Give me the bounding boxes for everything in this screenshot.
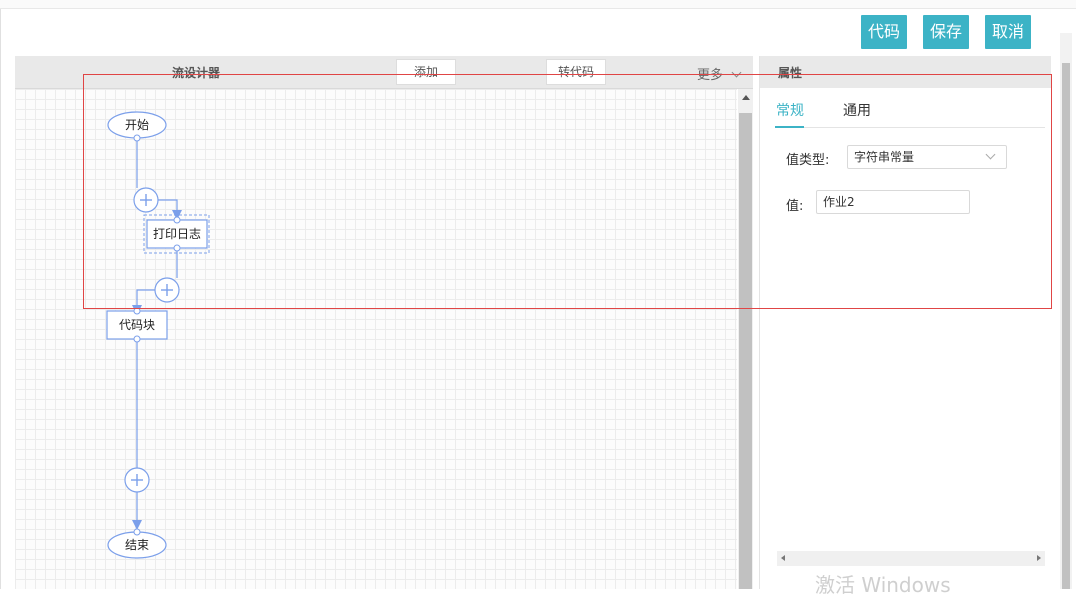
chevron-down-icon	[985, 149, 996, 160]
log-in-port[interactable]	[173, 216, 181, 224]
chevron-down-icon	[731, 67, 742, 78]
canvas-scrollbar[interactable]	[738, 89, 753, 589]
designer-toolbar: 流设计器 添加 转代码 更多	[15, 56, 753, 89]
tab-general[interactable]: 常规	[776, 100, 804, 120]
value-input[interactable]: 作业2	[816, 190, 970, 214]
activate-windows-watermark: 激活 Windows	[815, 573, 951, 597]
log-out-port[interactable]	[173, 244, 181, 252]
add-button[interactable]: 添加	[396, 59, 456, 85]
value-type-label: 值类型:	[786, 153, 830, 168]
end-port[interactable]	[133, 528, 141, 536]
active-tab-indicator	[775, 126, 804, 128]
properties-hscrollbar[interactable]	[777, 551, 1045, 566]
properties-title: 属性	[778, 66, 803, 80]
window-edge	[0, 9, 1, 589]
end-node-label: 结束	[125, 538, 149, 552]
start-port[interactable]	[133, 134, 141, 142]
end-node[interactable]: 结束	[107, 528, 167, 559]
add-node-button-2[interactable]	[154, 277, 180, 303]
code-out-port[interactable]	[133, 335, 141, 343]
flow-diagram: 开始 打印日志 代码块 结束	[106, 111, 210, 559]
flow-canvas[interactable]: 开始 打印日志 代码块 结束	[15, 89, 737, 589]
tab-common[interactable]: 通用	[843, 100, 871, 120]
code-in-port[interactable]	[133, 307, 141, 315]
page-scroll-thumb[interactable]	[1062, 63, 1070, 589]
scroll-right-icon[interactable]	[1037, 555, 1041, 561]
cancel-button[interactable]: 取消	[985, 15, 1031, 49]
tab-divider	[775, 127, 1045, 128]
flow-designer-panel: 流设计器 添加 转代码 更多 开始 打印日志 代码块 结束	[15, 56, 753, 589]
save-button[interactable]: 保存	[923, 15, 969, 49]
value-type-selected: 字符串常量	[854, 150, 915, 164]
code-button[interactable]: 代码	[861, 15, 907, 49]
start-node[interactable]: 开始	[107, 111, 167, 142]
edge-to-code	[132, 289, 155, 315]
properties-header: 属性	[760, 56, 1051, 88]
canvas-scroll-thumb[interactable]	[739, 113, 752, 589]
code-block-node[interactable]: 代码块	[106, 307, 168, 343]
more-menu[interactable]: 更多	[697, 64, 742, 83]
add-node-button-3[interactable]	[124, 467, 150, 493]
edge-to-log	[158, 199, 182, 220]
page-scrollbar[interactable]	[1060, 33, 1072, 589]
scroll-left-icon[interactable]	[781, 555, 785, 561]
code-node-label: 代码块	[119, 318, 155, 332]
log-node[interactable]: 打印日志	[143, 214, 210, 254]
top-bar	[0, 0, 1076, 9]
to-code-button[interactable]: 转代码	[546, 59, 606, 85]
properties-panel: 属性 常规 通用 值类型: 字符串常量 值: 作业2 激活 Windows	[759, 56, 1051, 597]
log-node-label: 打印日志	[153, 227, 201, 241]
value-type-select[interactable]: 字符串常量	[847, 145, 1007, 169]
value-label: 值:	[786, 199, 804, 214]
add-node-button-1[interactable]	[133, 187, 159, 213]
scroll-up-icon[interactable]	[742, 95, 750, 100]
start-node-label: 开始	[125, 118, 149, 132]
designer-title: 流设计器	[172, 66, 221, 80]
more-menu-label: 更多	[697, 68, 724, 83]
